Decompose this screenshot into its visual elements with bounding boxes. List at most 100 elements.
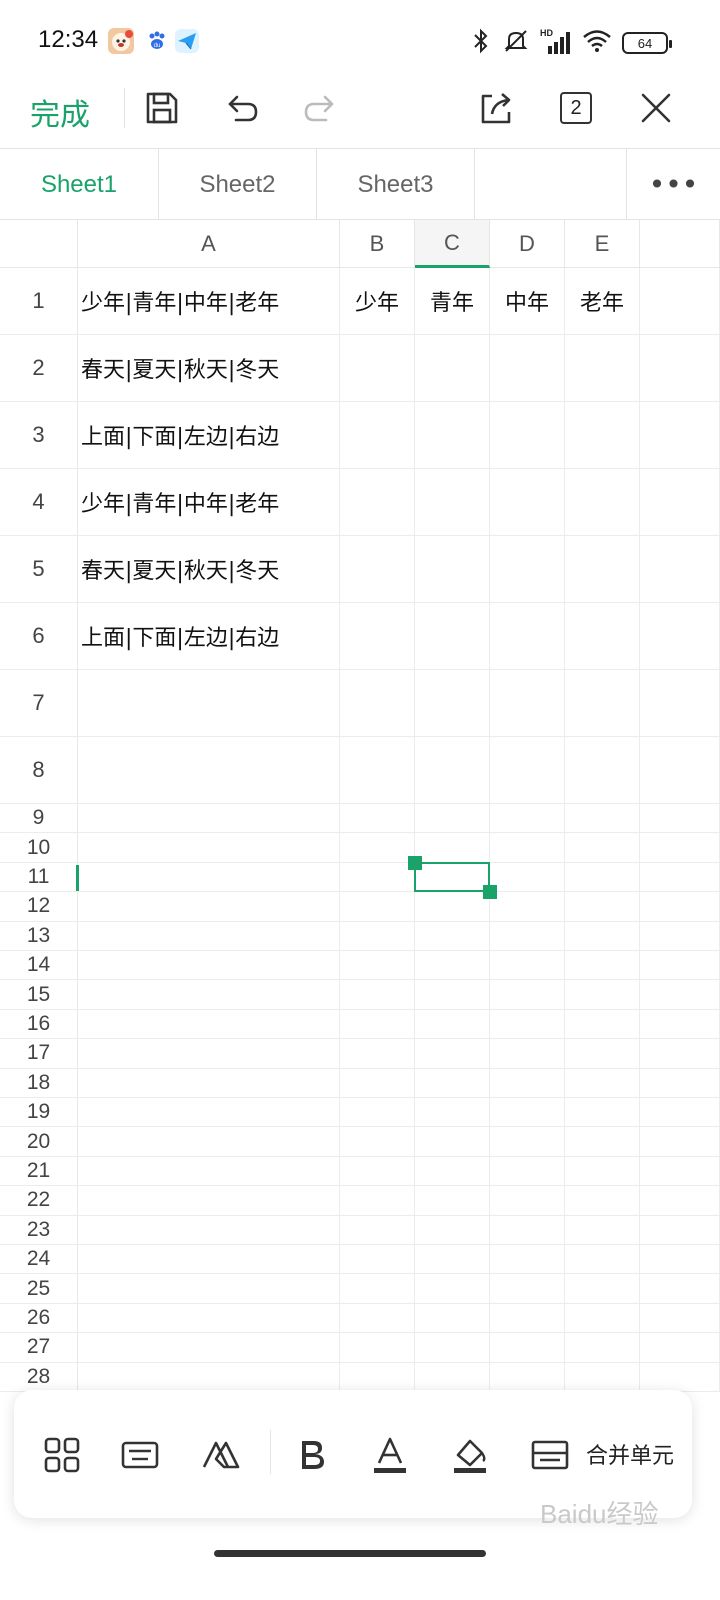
- cell-e9[interactable]: [565, 804, 640, 834]
- cell-d10[interactable]: [490, 833, 565, 863]
- cell-a10[interactable]: [78, 833, 340, 863]
- cell-f15[interactable]: [640, 980, 720, 1010]
- cell-a8[interactable]: [78, 737, 340, 804]
- cell-d24[interactable]: [490, 1245, 565, 1275]
- cell-e23[interactable]: [565, 1215, 640, 1245]
- cell-a6[interactable]: 上面|下面|左边|右边: [78, 603, 340, 670]
- cell-c23[interactable]: [415, 1215, 490, 1245]
- close-icon[interactable]: [636, 88, 676, 128]
- cell-f3[interactable]: [640, 402, 720, 469]
- cell-b5[interactable]: [340, 536, 415, 603]
- cell-b28[interactable]: [340, 1362, 415, 1392]
- cell-c21[interactable]: [415, 1156, 490, 1187]
- cell-a2[interactable]: 春天|夏天|秋天|冬天: [78, 335, 340, 402]
- cell-f5[interactable]: [640, 536, 720, 603]
- cell-b8[interactable]: [340, 737, 415, 804]
- cell-f19[interactable]: [640, 1098, 720, 1128]
- cell-d7[interactable]: [490, 670, 565, 737]
- cell-f27[interactable]: [640, 1333, 720, 1363]
- cell-f8[interactable]: [640, 737, 720, 804]
- cell-d18[interactable]: [490, 1068, 565, 1098]
- cell-a22[interactable]: [78, 1186, 340, 1216]
- cell-a20[interactable]: [78, 1127, 340, 1157]
- row-header-21[interactable]: 21: [0, 1156, 78, 1187]
- undo-icon[interactable]: [222, 88, 262, 128]
- selection-handle-bottom-right[interactable]: [483, 885, 497, 899]
- cell-f21[interactable]: [640, 1156, 720, 1187]
- row-header-4[interactable]: 4: [0, 469, 78, 536]
- cell-b18[interactable]: [340, 1068, 415, 1098]
- row-header-19[interactable]: 19: [0, 1098, 78, 1128]
- cell-a16[interactable]: [78, 1009, 340, 1040]
- cell-e6[interactable]: [565, 603, 640, 670]
- row-header-24[interactable]: 24: [0, 1245, 78, 1275]
- cell-f7[interactable]: [640, 670, 720, 737]
- column-header-c[interactable]: C: [415, 220, 490, 268]
- cell-d1[interactable]: 中年: [490, 268, 565, 335]
- cell-c1[interactable]: 青年: [415, 268, 490, 335]
- row-header-16[interactable]: 16: [0, 1009, 78, 1040]
- column-header-a[interactable]: A: [78, 220, 340, 268]
- cell-a15[interactable]: [78, 980, 340, 1010]
- column-header-f[interactable]: [640, 220, 720, 268]
- tab-sheet1[interactable]: Sheet1: [0, 149, 159, 220]
- cell-c15[interactable]: [415, 980, 490, 1010]
- cell-d4[interactable]: [490, 469, 565, 536]
- row-header-5[interactable]: 5: [0, 536, 78, 603]
- cell-e8[interactable]: [565, 737, 640, 804]
- cell-c2[interactable]: [415, 335, 490, 402]
- cell-a3[interactable]: 上面|下面|左边|右边: [78, 402, 340, 469]
- tab-sheet2[interactable]: Sheet2: [159, 149, 317, 220]
- cell-a26[interactable]: [78, 1303, 340, 1334]
- cell-e25[interactable]: [565, 1274, 640, 1304]
- cell-d28[interactable]: [490, 1362, 565, 1392]
- cell-e17[interactable]: [565, 1039, 640, 1069]
- cell-f28[interactable]: [640, 1362, 720, 1392]
- cell-b16[interactable]: [340, 1009, 415, 1040]
- cell-b6[interactable]: [340, 603, 415, 670]
- cell-f26[interactable]: [640, 1303, 720, 1334]
- row-header-1[interactable]: 1: [0, 268, 78, 335]
- cell-c10[interactable]: [415, 833, 490, 863]
- row-header-12[interactable]: 12: [0, 892, 78, 922]
- cell-b12[interactable]: [340, 892, 415, 922]
- cell-e13[interactable]: [565, 921, 640, 951]
- cell-b3[interactable]: [340, 402, 415, 469]
- cell-f2[interactable]: [640, 335, 720, 402]
- home-indicator[interactable]: [214, 1550, 486, 1557]
- save-icon[interactable]: [142, 88, 182, 128]
- cell-a28[interactable]: [78, 1362, 340, 1392]
- cell-e18[interactable]: [565, 1068, 640, 1098]
- cell-c26[interactable]: [415, 1303, 490, 1334]
- cell-f13[interactable]: [640, 921, 720, 951]
- cell-e20[interactable]: [565, 1127, 640, 1157]
- cell-a13[interactable]: [78, 921, 340, 951]
- row-header-14[interactable]: 14: [0, 951, 78, 981]
- cell-c13[interactable]: [415, 921, 490, 951]
- cell-d26[interactable]: [490, 1303, 565, 1334]
- row-header-25[interactable]: 25: [0, 1274, 78, 1304]
- done-button[interactable]: 完成: [30, 90, 90, 134]
- cell-c20[interactable]: [415, 1127, 490, 1157]
- cell-f16[interactable]: [640, 1009, 720, 1040]
- cell-a12[interactable]: [78, 892, 340, 922]
- cell-e12[interactable]: [565, 892, 640, 922]
- cell-c17[interactable]: [415, 1039, 490, 1069]
- cell-e15[interactable]: [565, 980, 640, 1010]
- cell-e3[interactable]: [565, 402, 640, 469]
- cell-d16[interactable]: [490, 1009, 565, 1040]
- row-header-23[interactable]: 23: [0, 1215, 78, 1245]
- cell-a24[interactable]: [78, 1245, 340, 1275]
- cell-b27[interactable]: [340, 1333, 415, 1363]
- cell-d8[interactable]: [490, 737, 565, 804]
- column-header-d[interactable]: D: [490, 220, 565, 268]
- merge-cells-icon[interactable]: [524, 1430, 576, 1480]
- cell-b9[interactable]: [340, 804, 415, 834]
- cell-e14[interactable]: [565, 951, 640, 981]
- cell-f18[interactable]: [640, 1068, 720, 1098]
- fill-color-icon[interactable]: [444, 1430, 496, 1480]
- selected-cell-outline[interactable]: [414, 862, 490, 892]
- cell-b2[interactable]: [340, 335, 415, 402]
- column-header-e[interactable]: E: [565, 220, 640, 268]
- cell-c6[interactable]: [415, 603, 490, 670]
